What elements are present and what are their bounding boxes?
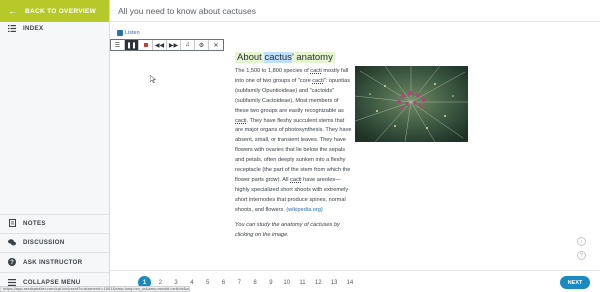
article-title-part: ' anatomy	[291, 52, 333, 63]
help-icon[interactable]: ?	[577, 251, 586, 260]
page-number-button[interactable]: 13	[328, 276, 341, 289]
svg-text:?: ?	[10, 260, 14, 266]
next-button[interactable]: NEXT	[560, 276, 590, 289]
article-title-highlight: cactus	[264, 52, 292, 63]
collapse-arrows-icon	[8, 278, 16, 286]
chat-bubbles-icon	[8, 238, 16, 246]
close-icon[interactable]: ✕	[209, 40, 223, 50]
glossary-term[interactable]: cacti	[312, 78, 324, 84]
cactus-image[interactable]	[355, 66, 468, 142]
stop-icon[interactable]	[139, 40, 153, 50]
sidebar-item-discussion[interactable]: DISCUSSION	[0, 233, 110, 251]
glossary-term[interactable]: cacti	[235, 118, 247, 124]
sidebar-item-label: NOTES	[23, 219, 46, 227]
sidebar-item-label: DISCUSSION	[23, 238, 65, 246]
list-icon	[8, 24, 16, 32]
page-number-button[interactable]: 9	[264, 276, 277, 289]
pause-icon[interactable]: ❚❚	[125, 40, 139, 50]
speaker-icon	[117, 30, 123, 36]
readspeaker-toolbar: ☰ ❚❚ ◀◀ ▶▶ ♫ ⚙ ✕	[110, 39, 224, 51]
arrow-left-icon: ←	[8, 5, 17, 16]
back-to-overview-label: BACK TO OVERVIEW	[25, 7, 97, 15]
listen-label: Listen	[125, 30, 140, 36]
article-body: The 1,500 to 1,800 species of cacti most…	[235, 67, 352, 216]
page-number-button[interactable]: 12	[312, 276, 325, 289]
page-title: All you need to know about cactuses	[118, 5, 256, 16]
page-number-button[interactable]: 5	[201, 276, 214, 289]
glossary-term[interactable]: cacti	[310, 68, 322, 74]
body-text: . They have fleshy succulent stems that …	[235, 117, 352, 183]
scroll-up-icon[interactable]: ↑	[577, 237, 586, 246]
rewind-icon[interactable]: ◀◀	[153, 40, 167, 50]
page-number-button[interactable]: 8	[249, 276, 262, 289]
app-window: ← BACK TO OVERVIEW INDEX NOTES DISCUSSIO…	[0, 0, 600, 292]
page-number-button[interactable]: 11	[296, 276, 309, 289]
article-title: About cactus' anatomy	[235, 52, 335, 63]
sidebar-item-index[interactable]: INDEX	[0, 19, 110, 37]
source-link[interactable]: (wikipedia.org)	[286, 207, 322, 213]
sidebar-item-notes[interactable]: NOTES	[0, 214, 110, 232]
mouse-cursor-icon	[150, 75, 156, 83]
article-title-part: About	[237, 52, 265, 63]
page-header: All you need to know about cactuses	[110, 0, 600, 22]
question-circle-icon: ?	[8, 258, 16, 266]
sidebar: ← BACK TO OVERVIEW INDEX NOTES DISCUSSIO…	[0, 0, 110, 292]
forward-icon[interactable]: ▶▶	[167, 40, 181, 50]
status-bar-url: https://app.readspeaker.com/cgi-bin/rsen…	[0, 286, 190, 292]
body-text: The 1,500 to 1,800 species of	[235, 68, 311, 74]
page-number-button[interactable]: 10	[280, 276, 293, 289]
notes-icon	[8, 219, 16, 227]
glossary-term[interactable]: cacti	[290, 177, 302, 183]
volume-icon[interactable]: ♫	[181, 40, 195, 50]
listen-button[interactable]: Listen	[117, 30, 140, 36]
sidebar-item-label: INDEX	[23, 24, 44, 32]
page-number-button[interactable]: 14	[343, 276, 356, 289]
article-note: You can study the anatomy of cactuses by…	[235, 222, 340, 238]
sidebar-item-ask-instructor[interactable]: ? ASK INSTRUCTOR	[0, 253, 110, 271]
menu-icon[interactable]: ☰	[111, 40, 125, 50]
sidebar-item-label: ASK INSTRUCTOR	[23, 258, 83, 266]
page-number-button[interactable]: 7	[233, 276, 246, 289]
sidebar-item-label: COLLAPSE MENU	[23, 278, 81, 286]
settings-icon[interactable]: ⚙	[195, 40, 209, 50]
page-number-button[interactable]: 6	[217, 276, 230, 289]
